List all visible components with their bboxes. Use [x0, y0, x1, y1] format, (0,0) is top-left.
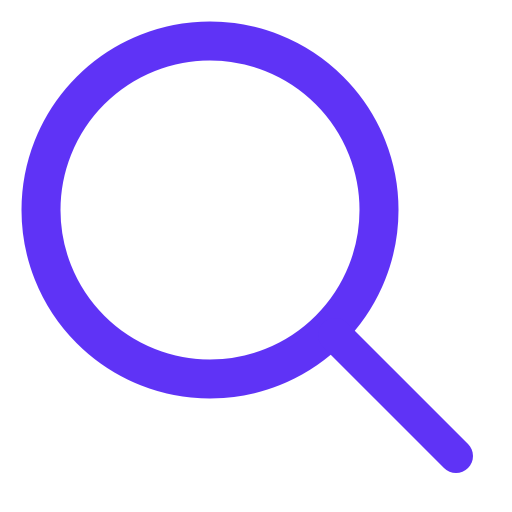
icon-canvas	[0, 0, 512, 512]
search-icon	[21, 21, 473, 473]
magnifier-handle	[318, 318, 473, 473]
